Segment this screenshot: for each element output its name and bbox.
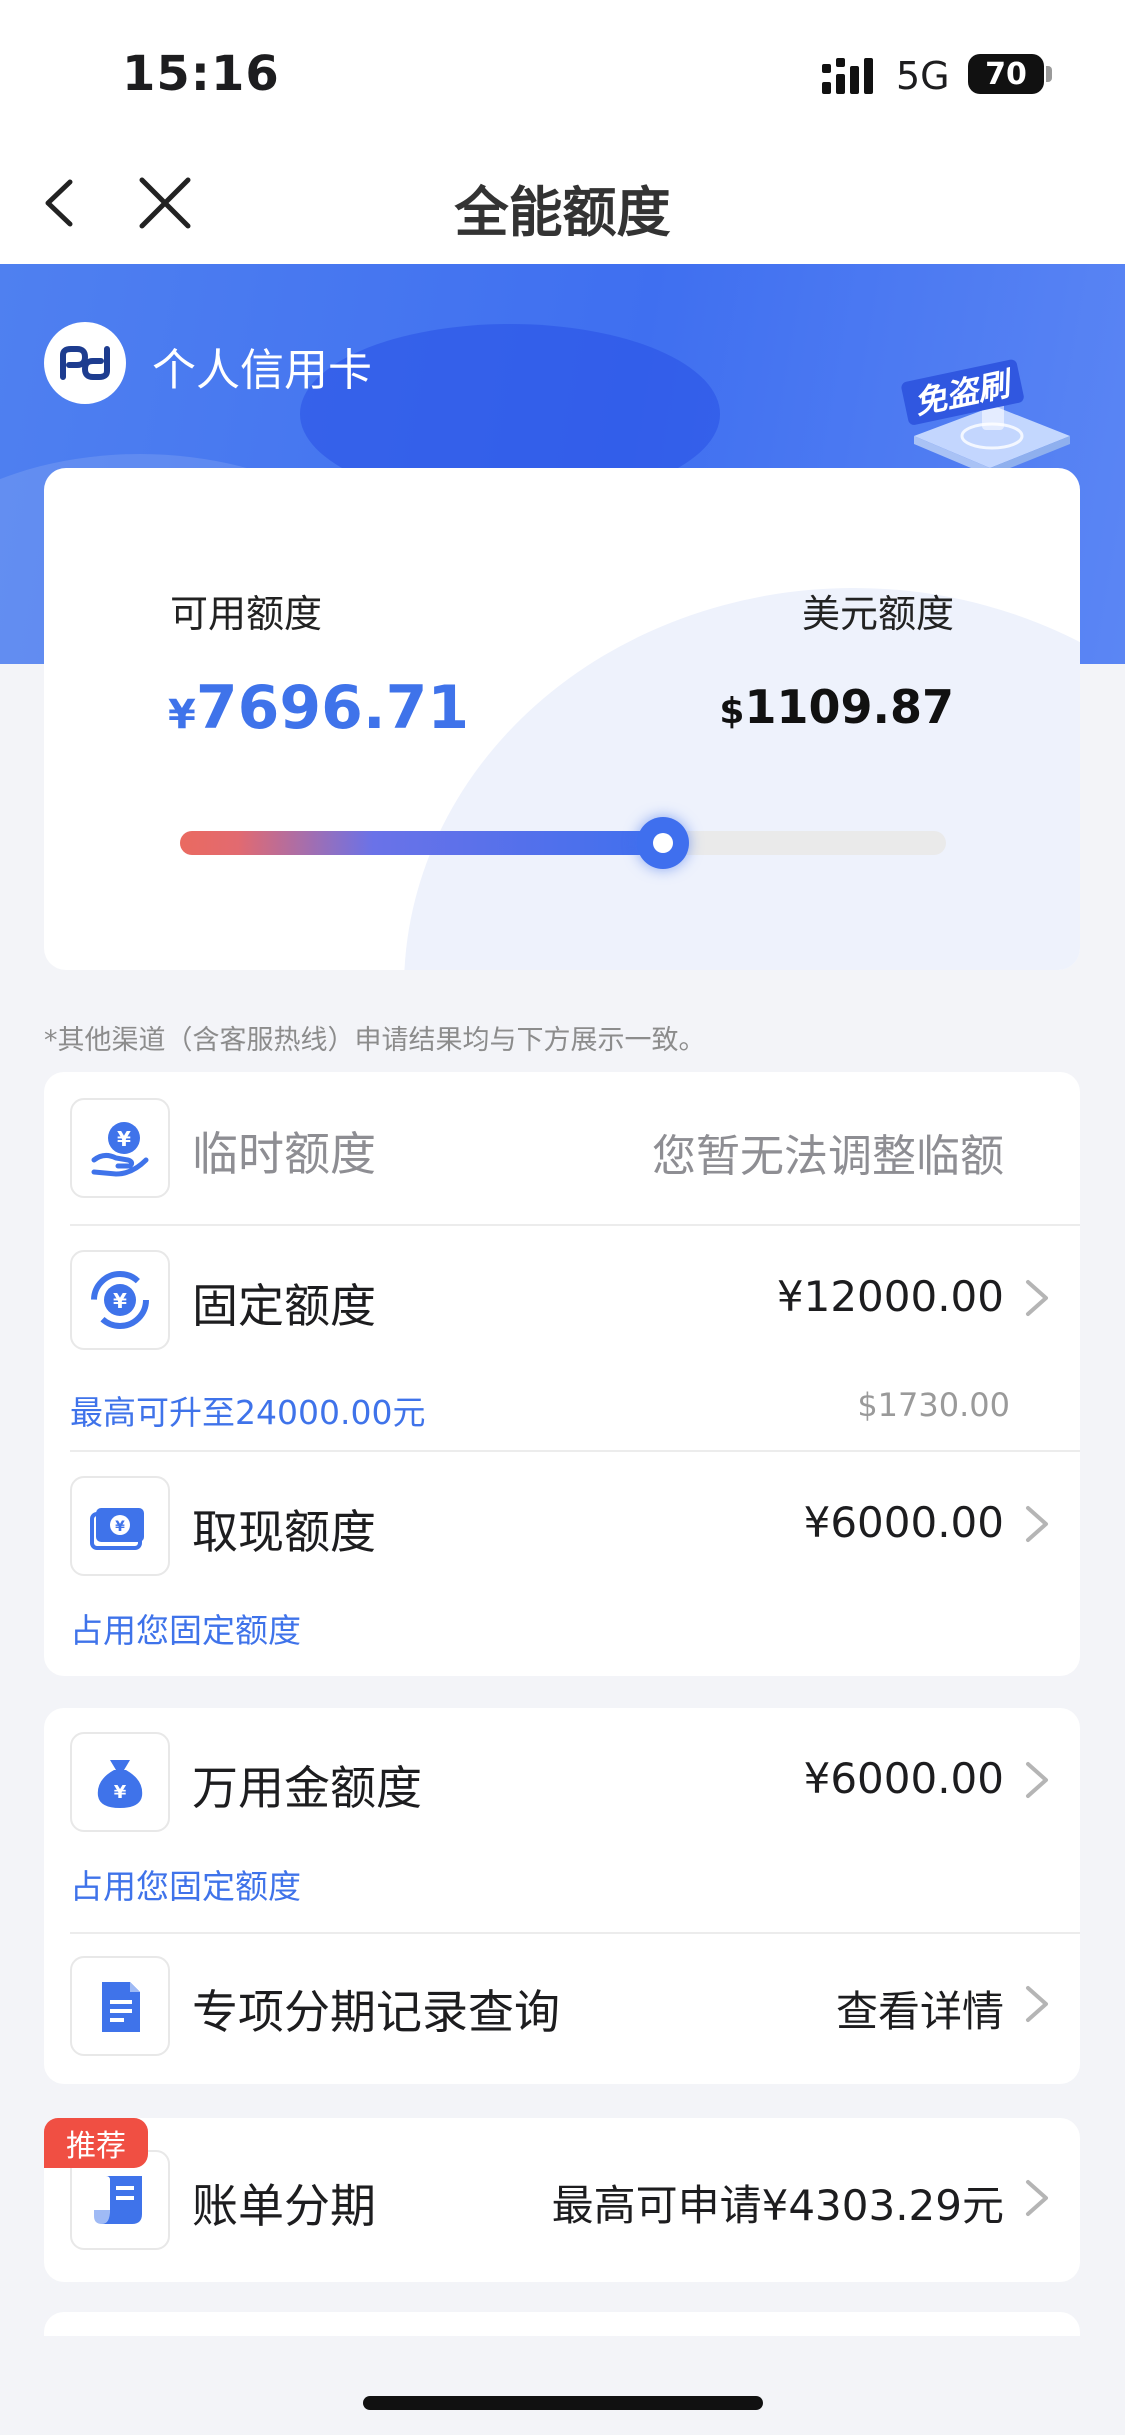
card-type-title: 个人信用卡 bbox=[152, 345, 372, 396]
list-item-cash-limit[interactable]: ¥ 取现额度 ¥6000.00 占用您固定额度 bbox=[44, 1452, 1080, 1676]
chevron-right-icon bbox=[1026, 1280, 1048, 1316]
bank-logo-icon bbox=[60, 346, 110, 380]
chevron-right-icon bbox=[1026, 1506, 1048, 1542]
page-title: 全能额度 bbox=[454, 181, 671, 244]
network-type: 5G bbox=[896, 54, 950, 98]
cash-limit-hint: 占用您固定额度 bbox=[70, 1611, 301, 1650]
available-amount-value: 7696.71 bbox=[195, 673, 470, 743]
available-currency: ¥ bbox=[168, 692, 196, 738]
document-icon bbox=[102, 1982, 140, 2032]
temp-limit-value: 您暂无法调整临额 bbox=[652, 1131, 1004, 1182]
status-bar: 15:16 5G 70 bbox=[0, 0, 1125, 140]
anti-fraud-badge-icon[interactable]: 免盗刷 bbox=[894, 344, 1074, 484]
limit-usage-knob bbox=[636, 817, 689, 869]
hand-coin-icon: ¥ bbox=[91, 1122, 149, 1177]
wanyong-limit-hint: 占用您固定额度 bbox=[70, 1867, 301, 1906]
status-time: 15:16 bbox=[122, 46, 280, 102]
cash-limit-title: 取现额度 bbox=[192, 1505, 376, 1559]
list-item-fixed-limit[interactable]: ¥ 固定额度 ¥12000.00 最高可升至24000.00元 $1730.00 bbox=[44, 1226, 1080, 1450]
cash-note-icon: ¥ bbox=[90, 1508, 144, 1550]
wanyong-limit-title: 万用金额度 bbox=[192, 1761, 422, 1815]
usd-limit-amount: $1109.87 bbox=[719, 680, 954, 734]
available-limit-amount: ¥7696.71 bbox=[168, 673, 469, 743]
fixed-limit-max-hint: 最高可升至24000.00元 bbox=[70, 1393, 426, 1432]
temp-limit-title: 临时额度 bbox=[192, 1127, 376, 1181]
recommend-tag: 推荐 bbox=[44, 2118, 148, 2168]
bill-scroll-icon bbox=[94, 2176, 142, 2224]
installment-query-icon-box bbox=[70, 1956, 170, 2056]
limit-list-card: ¥ 万用金额度 ¥6000.00 占用您固定额度 专项分期记录查询 查看详情 bbox=[44, 1708, 1080, 2084]
limit-summary-card: 可用额度 美元额度 ¥7696.71 $1109.87 bbox=[44, 468, 1080, 970]
installment-query-title: 专项分期记录查询 bbox=[192, 1985, 560, 2039]
svg-text:¥: ¥ bbox=[113, 1289, 127, 1313]
usd-limit-label: 美元额度 bbox=[801, 592, 954, 636]
signal-icon bbox=[822, 58, 873, 94]
svg-text:¥: ¥ bbox=[117, 1127, 131, 1151]
list-item-installment-query[interactable]: 专项分期记录查询 查看详情 bbox=[44, 1934, 1080, 2084]
fixed-limit-value: ¥12000.00 bbox=[776, 1272, 1004, 1321]
bottom-area bbox=[0, 2336, 1125, 2435]
money-bag-icon: ¥ bbox=[97, 1760, 143, 1808]
battery-level: 70 bbox=[985, 56, 1027, 92]
svg-text:¥: ¥ bbox=[115, 1519, 125, 1535]
svg-text:¥: ¥ bbox=[114, 1782, 127, 1803]
home-indicator[interactable] bbox=[363, 2396, 763, 2410]
cash-limit-icon-box: ¥ bbox=[70, 1476, 170, 1576]
bank-logo bbox=[44, 322, 126, 404]
exchange-coin-icon: ¥ bbox=[91, 1271, 149, 1329]
chevron-right-icon bbox=[1026, 1762, 1048, 1798]
bill-installment-title: 账单分期 bbox=[192, 2179, 376, 2233]
usd-amount-value: 1109.87 bbox=[744, 680, 954, 734]
list-item-wanyong-limit[interactable]: ¥ 万用金额度 ¥6000.00 占用您固定额度 bbox=[44, 1708, 1080, 1932]
wanyong-limit-value: ¥6000.00 bbox=[803, 1754, 1004, 1803]
disclaimer-note: *其他渠道（含客服热线）申请结果均与下方展示一致。 bbox=[44, 1025, 706, 1056]
usd-currency: $ bbox=[719, 691, 745, 732]
fixed-limit-icon-box: ¥ bbox=[70, 1250, 170, 1350]
bill-installment-card: 账单分期 最高可申请¥4303.29元 bbox=[44, 2118, 1080, 2282]
battery-icon: 70 bbox=[968, 54, 1044, 94]
cash-limit-value: ¥6000.00 bbox=[803, 1498, 1004, 1547]
nav-bar: 全能额度 bbox=[0, 140, 1125, 264]
available-limit-label: 可用额度 bbox=[170, 592, 323, 636]
temp-limit-icon-box: ¥ bbox=[70, 1098, 170, 1198]
fixed-limit-usd-value: $1730.00 bbox=[857, 1386, 1010, 1424]
limit-list-card: ¥ 临时额度 您暂无法调整临额 ¥ 固定额度 ¥12000.00 最高可升至24… bbox=[44, 1072, 1080, 1676]
installment-query-link[interactable]: 查看详情 bbox=[836, 1978, 1004, 2039]
fixed-limit-title: 固定额度 bbox=[192, 1279, 376, 1333]
card-decoration bbox=[404, 588, 1080, 970]
limit-usage-bar bbox=[180, 817, 946, 869]
battery-cap bbox=[1046, 66, 1052, 82]
list-item-temp-limit[interactable]: ¥ 临时额度 您暂无法调整临额 bbox=[44, 1072, 1080, 1224]
chevron-right-icon bbox=[1026, 1986, 1048, 2022]
chevron-right-icon bbox=[1026, 2180, 1048, 2216]
wanyong-limit-icon-box: ¥ bbox=[70, 1732, 170, 1832]
bill-installment-value: 最高可申请¥4303.29元 bbox=[551, 2181, 1004, 2230]
limit-usage-fill bbox=[180, 831, 663, 855]
list-item-bill-installment[interactable]: 账单分期 最高可申请¥4303.29元 bbox=[44, 2118, 1080, 2282]
